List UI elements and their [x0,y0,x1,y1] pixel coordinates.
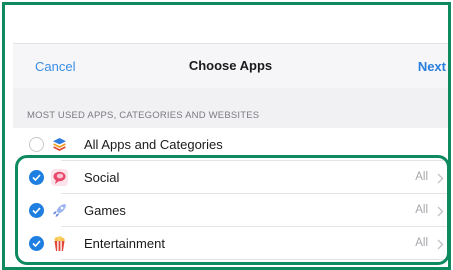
chevron-right-icon [437,237,444,255]
list-item-games[interactable]: Games All [13,194,448,227]
row-value: All [415,204,428,216]
row-label: Social [84,170,120,185]
row-label: All Apps and Categories [84,137,223,152]
checkbox-checked[interactable] [29,170,44,185]
page-title: Choose Apps [188,58,273,73]
list-item-all-apps[interactable]: All Apps and Categories [13,128,448,161]
checkbox-unchecked[interactable] [29,137,44,152]
screenshot-frame: Cancel Choose Apps Next MOST USED APPS, … [2,2,451,270]
next-button[interactable]: Next [418,59,446,74]
chevron-right-icon [437,204,444,222]
chevron-right-icon [437,171,444,189]
row-value: All [415,237,428,249]
navigation-bar: Cancel Choose Apps Next [13,43,448,89]
row-label: Entertainment [84,236,165,251]
checkbox-checked[interactable] [29,203,44,218]
row-label: Games [84,203,126,218]
app-category-list: All Apps and Categories Social All Games… [13,128,448,260]
chat-bubble-icon [51,169,68,186]
list-item-entertainment[interactable]: Entertainment All [13,227,448,260]
stack-icon [51,136,68,153]
rocket-icon [51,202,68,219]
section-header: MOST USED APPS, CATEGORIES AND WEBSITES [13,88,448,128]
checkbox-checked[interactable] [29,236,44,251]
section-header-label: MOST USED APPS, CATEGORIES AND WEBSITES [27,110,260,121]
popcorn-icon [51,235,68,252]
row-value: All [415,171,428,183]
list-item-social[interactable]: Social All [13,161,448,194]
status-area [5,5,448,43]
